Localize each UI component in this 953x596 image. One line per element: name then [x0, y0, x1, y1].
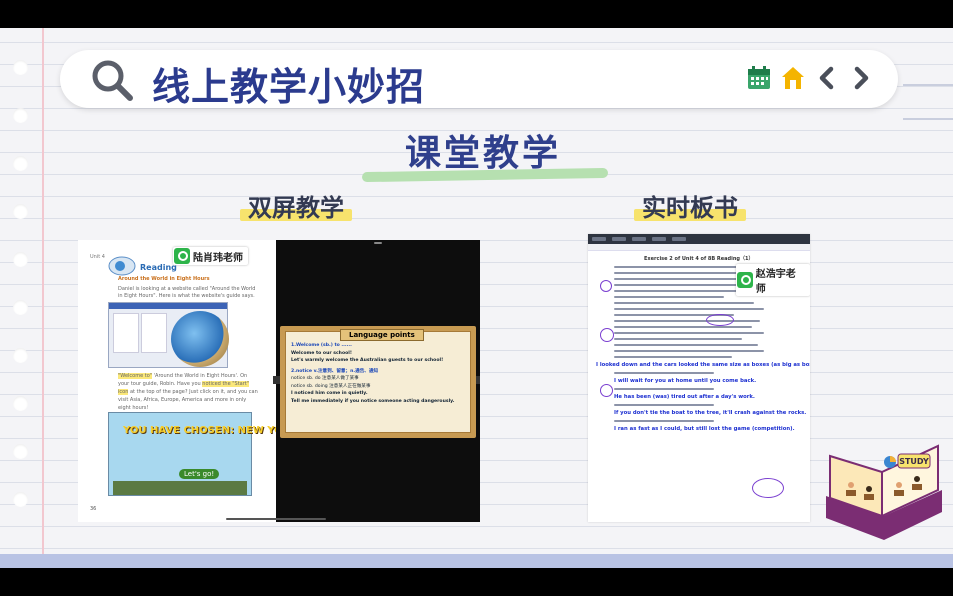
ink-circle	[600, 280, 612, 292]
board-title: Language points	[340, 329, 424, 341]
label-live-board: 实时板书	[634, 188, 746, 223]
calendar-icon[interactable]	[746, 64, 772, 92]
board-line: Welcome to our school!	[291, 350, 352, 356]
notebook-hole	[13, 204, 28, 219]
notebook-hole	[13, 396, 28, 411]
handwritten-line: I ran as fast as I could, but still lost…	[614, 426, 795, 432]
home-indicator	[226, 518, 326, 520]
study-book-illustration: STUDY	[826, 444, 942, 540]
board-line: Let's warmly welcome the Australian gues…	[291, 358, 444, 363]
decor-line	[903, 118, 953, 120]
ink-circle	[600, 384, 613, 397]
textbook-page: Unit 4 Reading Around the World in Eight…	[78, 240, 298, 522]
dual-screen-screenshot: Unit 4 Reading Around the World in Eight…	[78, 240, 480, 522]
header-bar: 线上教学小妙招	[60, 50, 898, 109]
decor-line	[903, 84, 953, 86]
search-icon[interactable]	[90, 58, 134, 102]
language-points-board: Language points 1.Welcome (sb.) to .....…	[280, 326, 476, 438]
ink-circle	[600, 328, 614, 342]
doc-title: Exercise 2 of Unit 4 of 8B Reading（1）	[644, 256, 754, 262]
notebook-hole	[13, 300, 28, 315]
ink-circle	[706, 314, 734, 326]
board-line: notice sb. do 注意某人做了某事	[291, 376, 359, 381]
app-toolbar	[588, 234, 810, 244]
board-line: 1.Welcome (sb.) to ......	[291, 343, 352, 348]
home-icon[interactable]	[780, 64, 806, 92]
ink-circle	[752, 478, 784, 498]
poster-image: YOU HAVE CHOSEN: NEW YORK Let's go!	[108, 412, 298, 496]
notebook-hole	[13, 60, 28, 75]
chevron-right-icon[interactable]	[848, 64, 874, 92]
browser-mock	[108, 302, 229, 368]
handwritten-line: I looked down and the cars looked the sa…	[596, 362, 810, 368]
nav-icons	[746, 64, 874, 92]
textbook-heading: Reading	[140, 263, 177, 272]
section-title: 课堂教学	[405, 133, 562, 174]
label-dual-screen: 双屏教学	[240, 188, 352, 223]
notebook-hole	[13, 492, 28, 507]
textbook-subheading: Around the World in Eight Hours	[118, 276, 210, 282]
handwritten-line: I will wait for you at home until you co…	[614, 378, 757, 384]
bottom-band	[0, 554, 953, 568]
board-line: notice sb. doing 注意某人正在做某事	[291, 383, 371, 389]
pen-toolbar	[588, 244, 810, 251]
search-tag-icon	[737, 272, 753, 288]
page-title: 线上教学小妙招	[152, 65, 426, 109]
board-line: Tell me immediately if you notice someon…	[291, 398, 455, 404]
teacher-tag-right: 赵浩宇老师	[736, 264, 810, 296]
handwritten-line: If you don't tie the boat to the tree, i…	[614, 410, 807, 416]
live-board-screenshot: Exercise 2 of Unit 4 of 8B Reading（1） I …	[588, 234, 810, 522]
study-text: STUDY	[899, 457, 929, 466]
notebook-hole	[13, 348, 28, 363]
search-tag-icon	[174, 248, 190, 264]
notebook-hole	[13, 252, 28, 267]
slide: 线上教学小妙招 课堂教学 双屏教学 实时板书 Unit 4 Reading Ar…	[0, 28, 953, 568]
globe-logo-icon	[108, 256, 136, 276]
notebook-hole	[13, 156, 28, 171]
margin-line	[42, 28, 44, 568]
chevron-left-icon[interactable]	[814, 64, 840, 92]
board-line: I noticed him come in quietly.	[291, 391, 368, 396]
board-line: 2.notice v.注意到、留意；n.通告、通知	[291, 368, 379, 374]
notebook-hole	[13, 444, 28, 459]
handwritten-line: He has been (was) tired out after a day'…	[614, 394, 755, 400]
notebook-hole	[13, 108, 28, 123]
teacher-tag-left: 陆肖玮老师	[173, 247, 248, 265]
page-number: 36	[90, 506, 97, 512]
